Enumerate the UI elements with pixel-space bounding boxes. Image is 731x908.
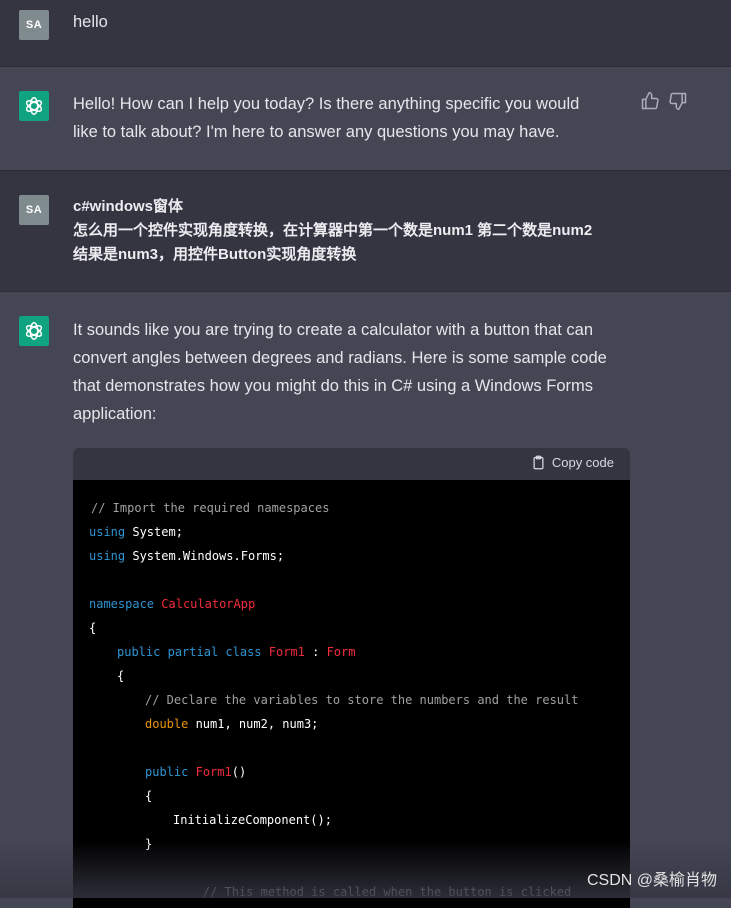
assistant-avatar (19, 91, 49, 121)
code-line: using System.Windows.Forms; (89, 549, 285, 563)
assistant-message-text: Hello! How can I help you today? Is ther… (73, 95, 580, 141)
assistant-message-text: It sounds like you are trying to create … (73, 321, 607, 423)
thumbs-up-icon[interactable] (640, 91, 660, 111)
copy-code-button[interactable]: Copy code (531, 455, 614, 470)
thumbs-down-icon[interactable] (668, 91, 688, 111)
clipboard-icon (533, 455, 544, 470)
assistant-avatar (19, 316, 49, 346)
watermark: CSDN @桑榆肖物 (586, 872, 717, 889)
code-line: double num1, num2, num3; (145, 717, 319, 731)
code-block: Copy code // Import the required namespa… (73, 448, 630, 908)
code-line: // Import the required namespaces (91, 501, 330, 515)
code-line: // Declare the variables to store the nu… (145, 693, 579, 707)
user-message-text: hello (73, 13, 108, 31)
user-message-text: c#windows窗体 怎么用一个控件实现角度转换，在计算器中第一个数是num1… (73, 198, 593, 263)
user-avatar: SA (19, 10, 49, 40)
code-line: { (89, 621, 97, 635)
openai-logo-icon (25, 97, 43, 115)
code-line: } (145, 837, 153, 851)
user-message-2: SA c#windows窗体 怎么用一个控件实现角度转换，在计算器中第一个数是n… (0, 171, 731, 291)
code-content: // Import the required namespaces using … (73, 480, 630, 908)
user-message-1: SA hello (0, 0, 731, 66)
code-line: { (145, 789, 153, 803)
code-line: // This method is called when the button… (145, 885, 572, 899)
openai-logo-icon (25, 322, 43, 340)
code-line: public partial class Form1 : Form (117, 645, 356, 659)
code-line: public Form1() (145, 765, 247, 779)
copy-code-label: Copy code (551, 455, 614, 470)
code-line: namespace CalculatorApp (89, 597, 256, 611)
code-line: { (117, 669, 125, 683)
assistant-message-1: Hello! How can I help you today? Is ther… (0, 67, 731, 170)
code-line: using System; (89, 525, 183, 539)
code-block-header: Copy code (73, 448, 630, 480)
user-avatar: SA (19, 195, 49, 225)
code-line: InitializeComponent(); (173, 813, 332, 827)
